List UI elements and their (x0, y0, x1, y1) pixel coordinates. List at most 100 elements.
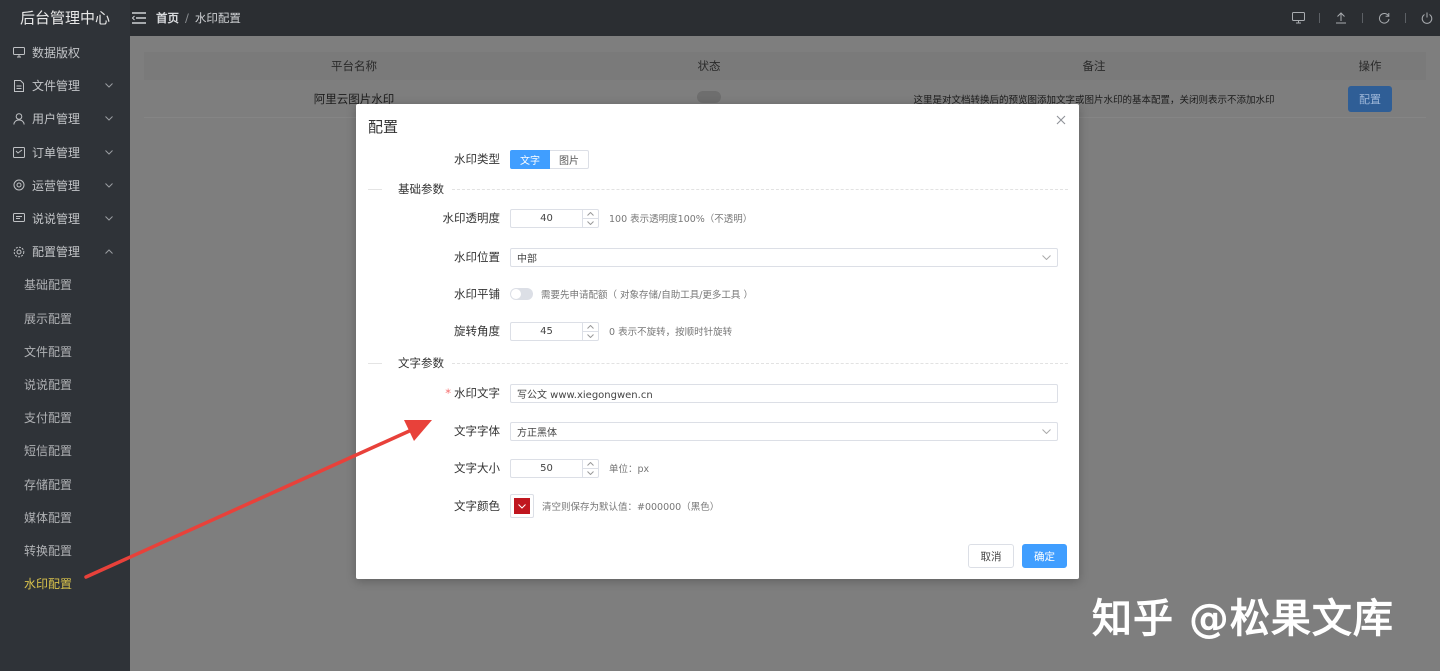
breadcrumb-home[interactable]: 首页 (156, 10, 179, 26)
refresh-icon[interactable] (1377, 11, 1391, 25)
sidebar-item-label: 运营管理 (32, 178, 81, 193)
sidebar-subitem-sms[interactable]: 短信配置 (0, 434, 130, 467)
sidebar-subitem-basic[interactable]: 基础配置 (0, 268, 130, 301)
sidebar-item-label: 配置管理 (32, 245, 81, 260)
order-icon (12, 145, 26, 159)
chevron-down-icon[interactable] (583, 217, 598, 227)
radio-text[interactable]: 文字 (510, 149, 550, 169)
chevron-down-icon[interactable] (583, 330, 598, 340)
watermark-text: 知乎 @松果文库 (1092, 596, 1394, 642)
sidebar-item-posts[interactable]: 说说管理 (0, 202, 130, 235)
sidebar-subitem-convert[interactable]: 转换配置 (0, 534, 130, 567)
sidebar-item-files[interactable]: 文件管理 (0, 69, 130, 102)
sidebar-item-config[interactable]: 配置管理 (0, 235, 130, 268)
field-label: 文字字体 (454, 424, 500, 438)
sidebar-item-orders[interactable]: 订单管理 (0, 136, 130, 169)
column-header: 备注 (1082, 59, 1106, 73)
color-swatch (514, 498, 530, 514)
chevron-down-icon (1041, 253, 1051, 263)
position-value: 中部 (517, 253, 537, 265)
size-hint: 单位：px (609, 464, 650, 475)
field-label: 水印透明度 (442, 211, 501, 225)
sidebar-item-users[interactable]: 用户管理 (0, 102, 130, 135)
sidebar-item-label: 说说管理 (32, 212, 81, 227)
chevron-up-icon[interactable] (583, 460, 598, 468)
radio-image[interactable]: 图片 (550, 149, 589, 169)
breadcrumb-separator: / (185, 11, 189, 25)
tile-toggle[interactable] (510, 288, 533, 300)
rotation-value: 45 (540, 325, 553, 337)
color-hint: 清空则保存为默认值：#000000（黑色） (542, 502, 720, 513)
field-label: 水印类型 (454, 152, 500, 166)
sidebar-subitem-storage[interactable]: 存储配置 (0, 467, 130, 500)
confirm-button[interactable]: 确定 (1022, 544, 1067, 568)
divider (452, 362, 1068, 364)
sidebar-subitem-posts[interactable]: 说说配置 (0, 368, 130, 401)
screen-icon[interactable] (1291, 11, 1305, 25)
font-select[interactable]: 方正黑体 (510, 421, 1058, 441)
sidebar-item-operations[interactable]: 运营管理 (0, 169, 130, 202)
chevron-down-icon (104, 147, 114, 157)
stepper-arrows (582, 322, 598, 340)
operations-icon (12, 178, 26, 192)
upload-icon[interactable] (1334, 11, 1348, 25)
position-select[interactable]: 中部 (510, 247, 1058, 267)
divider (1405, 13, 1406, 23)
sidebar-subitem-watermark[interactable]: 水印配置 (0, 567, 130, 600)
size-value: 50 (540, 462, 553, 474)
opacity-stepper[interactable]: 40 (510, 208, 599, 228)
action-cell: 配置 (1314, 85, 1426, 112)
rotation-stepper[interactable]: 45 (510, 321, 599, 341)
section-title: 基础参数 (398, 182, 444, 196)
chevron-down-icon (104, 214, 114, 224)
stepper-arrows (582, 459, 598, 477)
sidebar-item-label: 订单管理 (32, 145, 81, 160)
sidebar-subitem-payment[interactable]: 支付配置 (0, 401, 130, 434)
sidebar: 后台管理中心 数据版权 文件管理 用户管理 订单管理 运营管理 说说管理 配置管… (0, 0, 130, 671)
table-header: 平台名称 状态 备注 操作 (144, 52, 1426, 80)
watermark-text-input[interactable]: 写公文 www.xiegongwen.cn (510, 383, 1058, 403)
breadcrumb: 首页 / 水印配置 (156, 10, 241, 26)
chevron-down-icon (104, 81, 114, 91)
field-label: 水印平铺 (454, 287, 500, 301)
size-stepper[interactable]: 50 (510, 458, 599, 478)
sidebar-subitem-media[interactable]: 媒体配置 (0, 501, 130, 534)
chevron-down-icon (104, 180, 114, 190)
chat-icon (12, 212, 26, 226)
status-toggle[interactable] (697, 91, 721, 103)
power-icon[interactable] (1420, 11, 1434, 25)
sidebar-menu: 数据版权 文件管理 用户管理 订单管理 运营管理 说说管理 配置管理 基础配置 … (0, 36, 130, 600)
config-button[interactable]: 配置 (1348, 85, 1392, 112)
opacity-row: 水印透明度 40 100 表示透明度100%（不透明） (356, 207, 1079, 229)
section-title: 文字参数 (398, 356, 444, 370)
watermark-type-radio-group: 文字 图片 (510, 149, 589, 169)
section-text-params: 文字参数 (368, 356, 1068, 370)
chevron-up-icon[interactable] (583, 323, 598, 331)
chevron-up-icon (104, 247, 114, 257)
chevron-down-icon[interactable] (583, 467, 598, 477)
dialog-title: 配置 (368, 118, 399, 136)
sidebar-subitem-files[interactable]: 文件配置 (0, 335, 130, 368)
chevron-up-icon[interactable] (583, 210, 598, 218)
breadcrumb-current: 水印配置 (194, 11, 241, 25)
position-row: 水印位置 中部 (356, 246, 1079, 268)
font-value: 方正黑体 (517, 427, 557, 439)
field-label: * 水印文字 (356, 385, 510, 401)
field-label-text: 水印文字 (454, 386, 500, 400)
menu-toggle-icon[interactable] (132, 12, 146, 24)
topbar: 首页 / 水印配置 (130, 0, 1440, 36)
field-label: 水印位置 (454, 250, 500, 264)
watermark-type-row: 水印类型 文字 图片 (356, 148, 1079, 170)
user-icon (12, 112, 26, 126)
divider (1362, 13, 1363, 23)
opacity-hint: 100 表示透明度100%（不透明） (609, 214, 753, 225)
sidebar-subitem-display[interactable]: 展示配置 (0, 302, 130, 335)
divider (1319, 13, 1320, 23)
color-picker[interactable] (510, 494, 534, 518)
sidebar-item-label: 用户管理 (32, 112, 81, 127)
sidebar-item-dashboard[interactable]: 数据版权 (0, 36, 130, 69)
cancel-button[interactable]: 取消 (968, 544, 1014, 568)
close-icon[interactable] (1055, 114, 1067, 126)
divider (368, 362, 382, 364)
topbar-actions (1291, 0, 1434, 36)
